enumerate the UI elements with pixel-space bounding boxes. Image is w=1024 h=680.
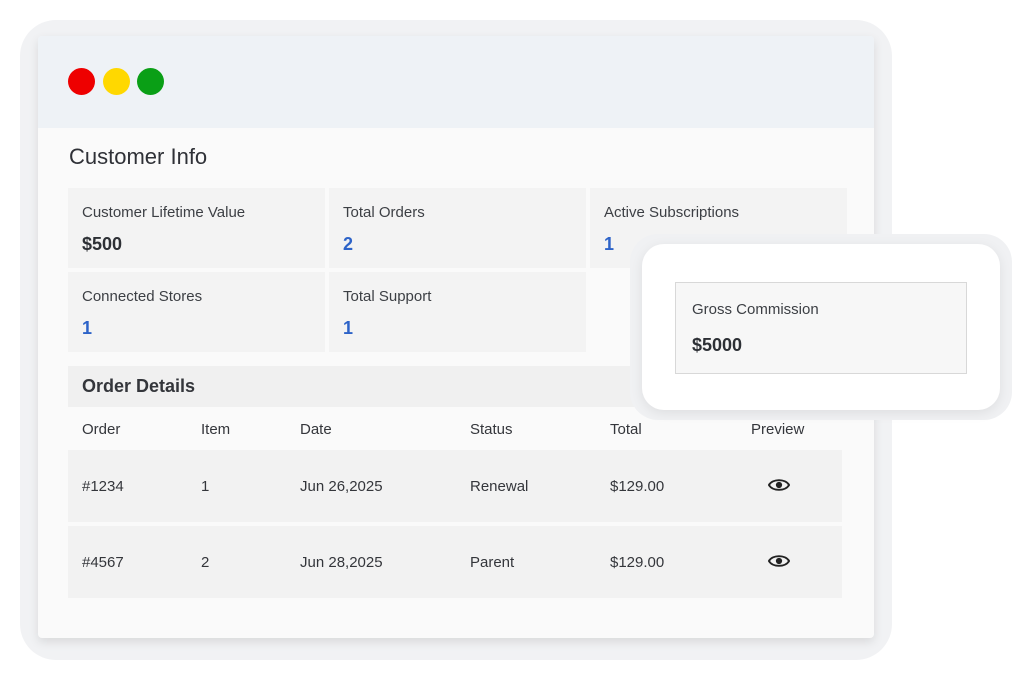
stat-value-link[interactable]: 2 — [343, 234, 353, 255]
order-status: Parent — [470, 554, 515, 571]
gross-commission-popup: Gross Commission $5000 — [642, 244, 1000, 410]
table-row: #1234 1 Jun 26,2025 Renewal $129.00 — [68, 450, 842, 522]
stat-value-link[interactable]: 1 — [82, 318, 92, 339]
stat-card-connected-stores[interactable]: Connected Stores 1 — [68, 272, 325, 352]
gross-commission-label: Gross Commission — [692, 301, 819, 318]
stat-value-link[interactable]: 1 — [604, 234, 614, 255]
table-row: #4567 2 Jun 28,2025 Parent $129.00 — [68, 526, 842, 598]
eye-icon[interactable] — [768, 476, 790, 494]
stat-value: $500 — [82, 234, 123, 254]
stat-label: Connected Stores — [82, 288, 203, 305]
close-window-button[interactable] — [68, 68, 95, 95]
order-details-title: Order Details — [82, 376, 196, 396]
gross-commission-card: Gross Commission $5000 — [675, 282, 967, 374]
stat-card-total-support[interactable]: Total Support 1 — [329, 272, 586, 352]
order-number: #1234 — [82, 478, 124, 495]
gross-commission-value: $5000 — [692, 335, 743, 355]
stat-label: Total Support — [343, 288, 432, 305]
minimize-window-button[interactable] — [103, 68, 130, 95]
column-header-item: Item — [201, 421, 231, 438]
column-header-total: Total — [610, 421, 642, 438]
order-total: $129.00 — [610, 554, 665, 571]
order-date: Jun 26,2025 — [300, 478, 383, 495]
eye-icon[interactable] — [768, 552, 790, 570]
order-status: Renewal — [470, 478, 529, 495]
stat-card-total-orders[interactable]: Total Orders 2 — [329, 188, 586, 268]
column-header-preview: Preview — [751, 421, 805, 438]
order-date: Jun 28,2025 — [300, 554, 383, 571]
maximize-window-button[interactable] — [137, 68, 164, 95]
stat-label: Customer Lifetime Value — [82, 204, 246, 221]
column-header-status: Status — [470, 421, 513, 438]
order-total: $129.00 — [610, 478, 665, 495]
stat-label: Active Subscriptions — [604, 204, 740, 221]
stat-value-link[interactable]: 1 — [343, 318, 353, 339]
column-header-order: Order — [82, 421, 121, 438]
order-number: #4567 — [82, 554, 124, 571]
column-header-date: Date — [300, 421, 332, 438]
order-item: 1 — [201, 478, 210, 495]
stat-label: Total Orders — [343, 204, 425, 221]
order-item: 2 — [201, 554, 210, 571]
stat-card-lifetime-value: Customer Lifetime Value $500 — [68, 188, 325, 268]
window-titlebar — [38, 36, 874, 128]
page-title: Customer Info — [69, 144, 208, 169]
